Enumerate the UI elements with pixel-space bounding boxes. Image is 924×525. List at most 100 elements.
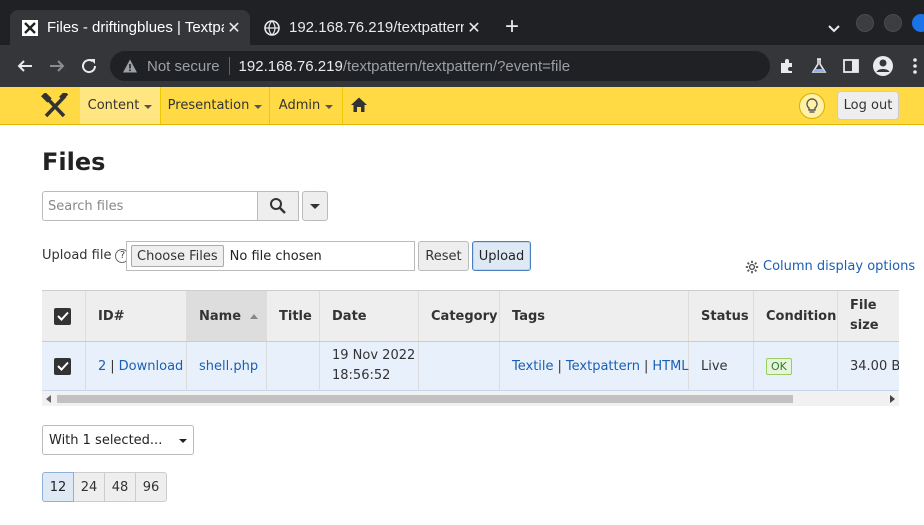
file-size-cell: 34.00 B — [850, 358, 899, 374]
column-header-status[interactable]: Status — [689, 291, 754, 341]
url-path: /textpattern/textpattern/?event=file — [342, 57, 571, 75]
nav-admin[interactable]: Admin — [270, 87, 343, 124]
sort-ascending-icon — [250, 313, 258, 319]
tag-link[interactable]: HTML — [652, 359, 688, 374]
caret-down-icon — [325, 104, 334, 109]
table-row: 2 | Download shell.php 19 Nov 2022 18:56:5… — [42, 342, 899, 391]
forward-arrow-icon[interactable] — [46, 55, 68, 77]
omnibox-divider — [228, 57, 230, 75]
caret-down-icon — [144, 104, 153, 109]
column-header-tags: Tags — [500, 291, 689, 341]
textpattern-favicon-icon — [22, 19, 38, 36]
globe-icon — [264, 19, 280, 36]
file-time: 18:56:52 — [332, 368, 391, 383]
not-secure-label[interactable]: Not secure — [147, 58, 220, 75]
browser-menu-icon[interactable] — [904, 55, 924, 77]
scroll-left-arrow-icon[interactable] — [46, 395, 51, 403]
select-all-checkbox-cell — [42, 291, 86, 341]
file-name-cell: shell.php — [187, 342, 267, 390]
back-arrow-icon[interactable] — [14, 55, 36, 77]
nav-presentation[interactable]: Presentation — [161, 87, 270, 124]
lightbulb-icon[interactable] — [799, 93, 825, 119]
nav-content[interactable]: Content — [80, 87, 161, 124]
choose-files-button[interactable]: Choose Files — [131, 245, 224, 267]
reset-button[interactable]: Reset — [418, 241, 469, 271]
tag-link[interactable]: Textpattern — [566, 359, 640, 374]
logout-button[interactable]: Log out — [837, 91, 899, 120]
url-text[interactable]: 192.168.76.219/textpattern/textpattern/?… — [239, 58, 571, 75]
browser-tab-strip: Files - driftingblues | Textpattern ✕ 19… — [0, 0, 924, 45]
scroll-right-arrow-icon[interactable] — [890, 395, 895, 403]
browser-tab-title: 192.168.76.219/textpattern — [289, 19, 464, 36]
page-size-96-button[interactable]: 96 — [135, 472, 167, 502]
column-header-title[interactable]: Title — [267, 291, 320, 341]
file-date-cell: 19 Nov 2022 18:56:52 — [320, 342, 419, 390]
tag-link[interactable]: Textile — [512, 359, 554, 374]
caret-down-icon — [179, 439, 187, 443]
file-status-cell: Live — [689, 342, 754, 390]
extensions-puzzle-icon[interactable] — [776, 55, 798, 77]
column-header-condition: Condition — [754, 291, 838, 341]
warning-triangle-icon[interactable] — [122, 58, 138, 74]
column-display-options-link[interactable]: Column display options — [745, 259, 915, 274]
file-category-cell — [419, 342, 500, 390]
minimize-window-button[interactable] — [856, 14, 874, 32]
file-title-cell — [267, 342, 320, 390]
column-header-file-size[interactable]: File size — [838, 291, 899, 341]
browser-tab-textpattern[interactable]: 192.168.76.219/textpattern ✕ — [252, 10, 490, 45]
page-size-24-button[interactable]: 24 — [73, 472, 105, 502]
page-size-48-button[interactable]: 48 — [104, 472, 136, 502]
search-options-button[interactable] — [302, 191, 328, 221]
upload-button[interactable]: Upload — [472, 241, 531, 271]
new-tab-button[interactable]: + — [500, 15, 524, 40]
column-header-id[interactable]: ID# — [86, 291, 187, 341]
column-header-category[interactable]: Category — [419, 291, 500, 341]
search-button[interactable] — [257, 191, 299, 221]
search-input[interactable] — [42, 191, 257, 221]
profile-avatar-icon[interactable] — [872, 55, 894, 77]
download-link[interactable]: Download — [119, 359, 184, 374]
file-condition-cell: OK — [754, 342, 838, 390]
file-name-link[interactable]: shell.php — [199, 359, 258, 374]
checkmark-icon — [56, 311, 69, 321]
scrollbar-thumb[interactable] — [57, 395, 793, 403]
search-icon — [270, 198, 286, 214]
home-icon[interactable] — [350, 96, 368, 114]
url-host: 192.168.76.219 — [238, 57, 343, 75]
file-input[interactable]: Choose Files No file chosen — [126, 241, 415, 271]
reload-icon[interactable] — [78, 55, 100, 77]
address-bar[interactable]: Not secure 192.168.76.219/textpattern/te… — [110, 51, 770, 81]
status-badge: OK — [766, 357, 792, 375]
column-header-name[interactable]: Name — [187, 291, 267, 341]
column-header-file-size-label: File size — [850, 298, 879, 333]
labs-flask-icon[interactable] — [808, 55, 830, 77]
file-id-link[interactable]: 2 — [98, 359, 106, 374]
column-header-date[interactable]: Date — [320, 291, 419, 341]
close-tab-icon[interactable]: ✕ — [464, 18, 484, 38]
table-header-row: ID# Name Title Date Category Tags Status… — [42, 290, 899, 342]
row-checkbox-cell — [42, 342, 86, 390]
file-date: 19 Nov 2022 — [332, 348, 416, 363]
no-file-chosen-text: No file chosen — [229, 248, 322, 264]
close-window-button[interactable] — [912, 14, 924, 32]
upload-file-label: Upload file ? — [42, 248, 130, 263]
page-size-12-button[interactable]: 12 — [42, 472, 74, 502]
horizontal-scrollbar[interactable] — [42, 391, 899, 406]
side-panel-icon[interactable] — [840, 55, 862, 77]
browser-tab-files[interactable]: Files - driftingblues | Textpattern ✕ — [10, 10, 250, 45]
select-all-checkbox[interactable] — [54, 307, 71, 325]
maximize-window-button[interactable] — [884, 14, 902, 32]
file-id-cell: 2 | Download — [86, 342, 187, 390]
with-selected-value: With 1 selected... — [49, 432, 163, 448]
close-tab-icon[interactable]: ✕ — [224, 18, 244, 38]
browser-tab-title: Files - driftingblues | Textpattern — [47, 19, 224, 36]
search-bar — [42, 191, 328, 221]
with-selected-dropdown[interactable]: With 1 selected... — [42, 425, 194, 455]
upload-file-label-text: Upload file — [42, 248, 112, 263]
nav-content-label: Content — [87, 98, 140, 113]
row-checkbox[interactable] — [54, 357, 71, 375]
tab-search-chevron-icon[interactable] — [824, 18, 844, 38]
file-tags-cell: Textile | Textpattern | HTML — [500, 342, 689, 390]
textpattern-logo-icon[interactable] — [40, 91, 70, 119]
checkmark-icon — [56, 361, 69, 371]
